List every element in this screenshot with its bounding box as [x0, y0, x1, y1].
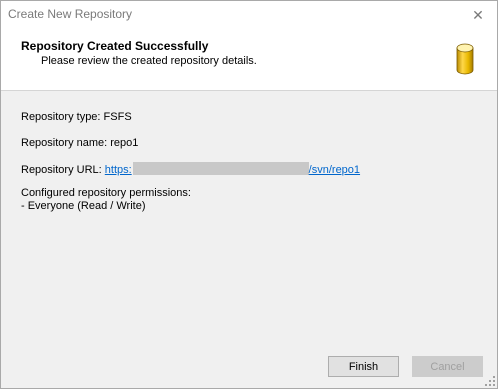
redacted-host: [132, 162, 309, 175]
cancel-button: Cancel: [412, 356, 483, 377]
finish-button[interactable]: Finish: [328, 356, 399, 377]
resize-grip-icon[interactable]: [485, 376, 495, 386]
repository-type: Repository type: FSFS: [21, 111, 132, 123]
page-subtitle: Please review the created repository det…: [41, 55, 257, 67]
permissions-heading: Configured repository permissions:: [21, 187, 191, 199]
repository-name: Repository name: repo1: [21, 137, 139, 149]
url-prefix: https:: [104, 164, 132, 176]
close-icon[interactable]: ✕: [467, 4, 489, 26]
permission-entry: - Everyone (Read / Write): [21, 200, 146, 212]
window-title: Create New Repository: [8, 7, 133, 21]
create-repository-dialog: Create New Repository ✕ Repository Creat…: [0, 0, 498, 389]
dialog-header: Repository Created Successfully Please r…: [1, 30, 497, 91]
repository-url-label: Repository URL:: [21, 164, 105, 176]
repository-url-row: Repository URL: https: /svn/repo1: [21, 162, 360, 177]
repository-url-link[interactable]: https: /svn/repo1: [104, 162, 361, 176]
url-suffix: /svn/repo1: [308, 164, 361, 176]
database-icon: [456, 43, 474, 75]
title-bar: Create New Repository ✕: [1, 1, 497, 30]
page-title: Repository Created Successfully: [21, 39, 209, 53]
